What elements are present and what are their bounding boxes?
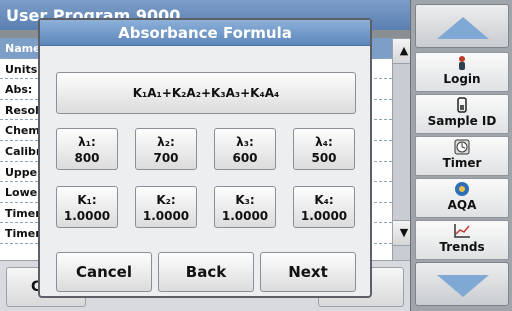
wavelength-2-button[interactable]: λ₂: 700 <box>135 128 197 170</box>
factor-3-button[interactable]: K₃: 1.0000 <box>214 186 276 228</box>
factor-value: 1.0000 <box>142 209 190 223</box>
nav-up-button[interactable] <box>415 4 509 48</box>
sidebar-item-label: Timer <box>442 156 482 170</box>
wavelength-label: λ₃: <box>236 135 254 149</box>
nav-down-button[interactable] <box>415 262 509 306</box>
sidebar-item-login[interactable]: Login <box>415 52 509 92</box>
sidebar-item-sample-id[interactable]: Sample ID <box>415 94 509 134</box>
factor-label: K₄: <box>314 193 334 207</box>
wavelength-value: 800 <box>74 151 100 165</box>
factor-value: 1.0000 <box>221 209 269 223</box>
wavelength-label: λ₄: <box>315 135 333 149</box>
factor-label: K₁: <box>77 193 97 207</box>
sidebar-item-timer[interactable]: Timer <box>415 136 509 176</box>
wavelength-label: λ₁: <box>78 135 96 149</box>
wavelength-3-button[interactable]: λ₃: 600 <box>214 128 276 170</box>
caret-down-icon: ▼ <box>399 226 409 239</box>
wavelength-value: 700 <box>153 151 179 165</box>
arrow-down-icon <box>437 275 489 297</box>
arrow-up-icon <box>437 17 489 39</box>
login-icon <box>416 55 508 71</box>
sidebar-item-label: Login <box>443 72 481 86</box>
sidebar-item-label: Sample ID <box>427 114 497 128</box>
sidebar-item-aqa[interactable]: AQA <box>415 178 509 218</box>
wavelength-value: 500 <box>311 151 337 165</box>
caret-up-icon: ▲ <box>399 44 409 57</box>
factor-4-button[interactable]: K₄: 1.0000 <box>293 186 355 228</box>
sidebar-item-label: AQA <box>447 198 477 212</box>
sidebar: Login Sample ID Timer AQA Trends <box>410 0 512 311</box>
dialog-title: Absorbance Formula <box>40 20 370 46</box>
trends-icon <box>416 223 508 239</box>
timer-icon <box>416 139 508 155</box>
wavelength-1-button[interactable]: λ₁: 800 <box>56 128 118 170</box>
sidebar-item-label: Trends <box>439 240 485 254</box>
factor-label: K₂: <box>156 193 176 207</box>
formula-button[interactable]: K₁A₁+K₂A₂+K₃A₃+K₄A₄ <box>56 72 356 114</box>
wavelength-value: 600 <box>232 151 258 165</box>
absorbance-formula-dialog: Absorbance Formula K₁A₁+K₂A₂+K₃A₃+K₄A₄ λ… <box>38 18 372 298</box>
sample-id-icon <box>416 97 508 113</box>
cancel-button[interactable]: Cancel <box>56 252 152 292</box>
aqa-icon <box>416 181 508 197</box>
sidebar-item-trends[interactable]: Trends <box>415 220 509 260</box>
back-button[interactable]: Back <box>158 252 254 292</box>
factor-label: K₃: <box>235 193 255 207</box>
factor-value: 1.0000 <box>300 209 348 223</box>
factor-1-button[interactable]: K₁: 1.0000 <box>56 186 118 228</box>
factor-2-button[interactable]: K₂: 1.0000 <box>135 186 197 228</box>
wavelength-label: λ₂: <box>157 135 175 149</box>
next-button[interactable]: Next <box>260 252 356 292</box>
factor-value: 1.0000 <box>63 209 111 223</box>
wavelength-4-button[interactable]: λ₄: 500 <box>293 128 355 170</box>
